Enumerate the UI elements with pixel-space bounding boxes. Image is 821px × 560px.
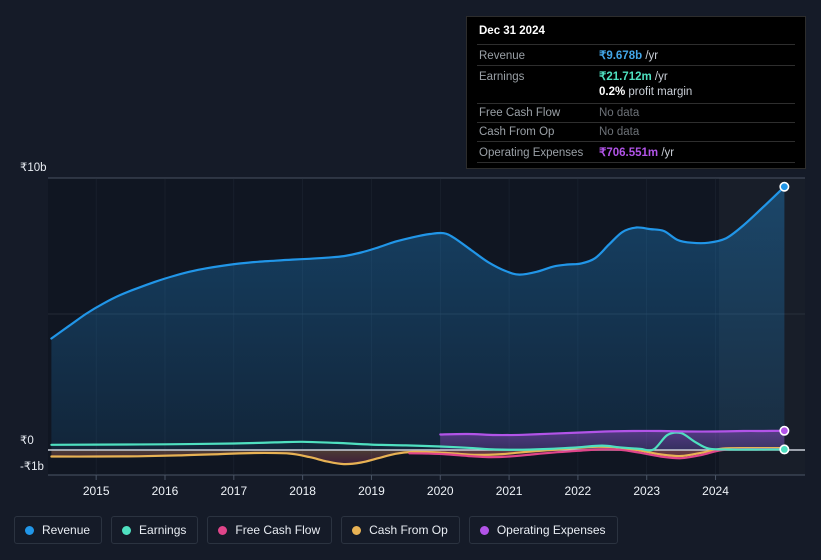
legend-item-label: Cash From Op xyxy=(369,523,448,537)
tooltip-row-key: Free Cash Flow xyxy=(479,107,561,119)
tooltip-date: Dec 31 2024 xyxy=(479,25,545,37)
tooltip-row-key: Earnings xyxy=(479,71,525,83)
chart-legend[interactable]: Revenue Earnings Free Cash Flow Cash From O… xyxy=(14,516,618,544)
x-axis-tick-label: 2021 xyxy=(495,484,523,498)
y-axis-tick-label: -₹1b xyxy=(20,461,44,473)
tooltip-row-key: Operating Expenses xyxy=(479,147,584,159)
tooltip-row-value: ₹9.678b /yr xyxy=(599,50,659,62)
legend-color-dot-icon xyxy=(25,525,34,535)
tooltip-row: Revenue ₹9.678b /yr xyxy=(477,44,795,65)
endpoint-marker-operating-expenses[interactable] xyxy=(779,425,790,436)
tooltip-row-value: No data xyxy=(599,126,640,138)
legend-item-cash-from-op[interactable]: Cash From Op xyxy=(341,516,460,544)
legend-item-free-cash-flow[interactable]: Free Cash Flow xyxy=(207,516,333,544)
legend-color-dot-icon xyxy=(352,525,362,535)
tooltip-row-key: Revenue xyxy=(479,50,526,62)
tooltip-row: Free Cash Flow No data xyxy=(477,103,795,122)
tooltip-row-value: ₹706.551m /yr xyxy=(599,147,675,159)
legend-color-dot-icon xyxy=(122,525,132,535)
y-axis-tick-label: ₹0 xyxy=(20,435,34,447)
legend-color-dot-icon xyxy=(218,525,228,535)
legend-item-label: Operating Expenses xyxy=(496,523,606,537)
x-axis-tick-label: 2020 xyxy=(426,484,454,498)
legend-color-dot-icon xyxy=(479,525,489,535)
x-axis-tick-label: 2022 xyxy=(564,484,592,498)
legend-item-revenue[interactable]: Revenue xyxy=(14,516,103,544)
x-axis-tick-label: 2024 xyxy=(702,484,729,498)
legend-item-label: Free Cash Flow xyxy=(235,523,321,537)
tooltip-profit-margin-row: 0.2% profit margin xyxy=(477,86,795,103)
y-axis-tick-label: ₹10b xyxy=(20,162,47,174)
tooltip-bottom-rule xyxy=(477,162,795,164)
tooltip-rows: Revenue ₹9.678b /yr Earnings ₹21.712m /yr 0.… xyxy=(477,44,795,164)
tooltip-row-value: ₹21.712m /yr xyxy=(599,71,668,83)
x-axis-tick-label: 2019 xyxy=(358,484,385,498)
endpoint-marker-earnings[interactable] xyxy=(779,444,790,455)
x-axis-tick-label: 2018 xyxy=(289,484,316,498)
tooltip-row-value: No data xyxy=(599,107,640,119)
tooltip-row: Operating Expenses ₹706.551m /yr xyxy=(477,141,795,162)
legend-item-operating-expenses[interactable]: Operating Expenses xyxy=(468,516,618,544)
legend-item-earnings[interactable]: Earnings xyxy=(111,516,199,544)
data-tooltip: Dec 31 2024 Revenue ₹9.678b /yr Earnings ₹2… xyxy=(466,16,806,169)
legend-item-label: Earnings xyxy=(139,523,187,537)
x-axis-tick-label: 2016 xyxy=(151,484,179,498)
tooltip-row-key: Cash From Op xyxy=(479,126,555,138)
financial-chart-page: ₹10b ₹0 -₹1b 2015 2016 2017 2018 2019 2020 2021 20… xyxy=(0,0,821,560)
endpoint-marker-revenue[interactable] xyxy=(779,181,790,192)
tooltip-row: Cash From Op No data xyxy=(477,122,795,141)
legend-item-label: Revenue xyxy=(42,523,91,537)
x-axis-tick-label: 2017 xyxy=(220,484,248,498)
x-axis-tick-label: 2023 xyxy=(633,484,661,498)
tooltip-profit-margin-value: 0.2% profit margin xyxy=(599,86,693,98)
tooltip-row: Earnings ₹21.712m /yr xyxy=(477,65,795,86)
x-axis-tick-label: 2015 xyxy=(82,484,110,498)
